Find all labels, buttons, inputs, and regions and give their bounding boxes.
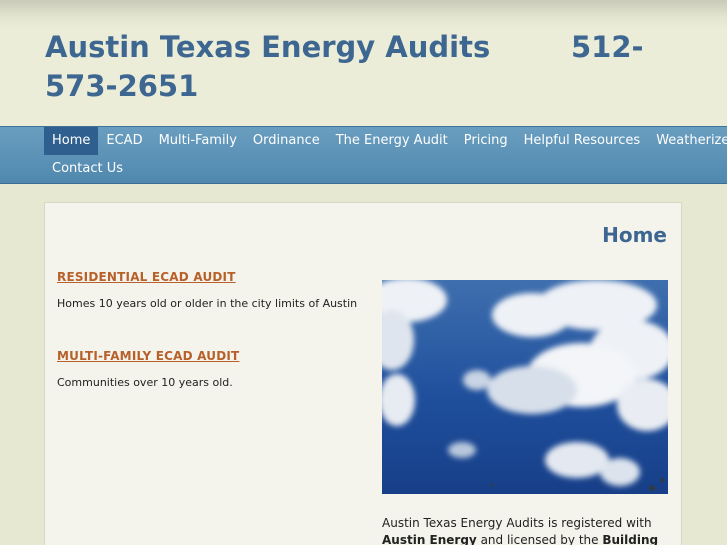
nav-row-1: Home ECAD Multi-Family Ordinance The Ene…: [44, 127, 727, 155]
page-title: Home: [602, 223, 667, 247]
residential-ecad-audit-link[interactable]: RESIDENTIAL ECAD AUDIT: [57, 270, 236, 284]
nav-item-the-energy-audit[interactable]: The Energy Audit: [328, 127, 456, 155]
multi-family-ecad-description: Communities over 10 years old.: [57, 376, 233, 389]
registration-caption: Austin Texas Energy Audits is registered…: [382, 515, 672, 545]
nav-item-weatherize[interactable]: Weatherize: [648, 127, 727, 155]
caption-line-1: Austin Texas Energy Audits is registered…: [382, 516, 652, 530]
residential-ecad-description: Homes 10 years old or older in the city …: [57, 297, 358, 310]
page: Austin Texas Energy Audits 512-573-2651 …: [0, 0, 727, 545]
nav-item-ordinance[interactable]: Ordinance: [245, 127, 328, 155]
main-navigation: Home ECAD Multi-Family Ordinance The Ene…: [0, 126, 727, 184]
sky-photo-graphic: [382, 280, 668, 494]
site-header: Austin Texas Energy Audits 512-573-2651: [0, 0, 727, 126]
content-panel: Home RESIDENTIAL ECAD AUDIT Homes 10 yea…: [44, 202, 682, 545]
nav-row-2: Contact Us: [44, 155, 131, 183]
caption-line-2: Austin Energy and licensed by the Buildi…: [382, 532, 672, 545]
nav-item-ecad[interactable]: ECAD: [98, 127, 150, 155]
austin-energy-bold: Austin Energy: [382, 533, 477, 545]
nav-item-home[interactable]: Home: [44, 127, 99, 155]
caption-middle: and licensed by the: [476, 533, 603, 545]
building-bold: Building: [602, 533, 659, 545]
cloudy-sky-image: [382, 280, 668, 494]
nav-item-helpful-resources[interactable]: Helpful Resources: [516, 127, 649, 155]
nav-item-pricing[interactable]: Pricing: [456, 127, 516, 155]
site-title[interactable]: Austin Texas Energy Audits 512-573-2651: [45, 28, 685, 106]
nav-item-multi-family[interactable]: Multi-Family: [151, 127, 245, 155]
nav-item-contact-us[interactable]: Contact Us: [44, 155, 131, 183]
multi-family-ecad-audit-link[interactable]: MULTI-FAMILY ECAD AUDIT: [57, 349, 239, 363]
